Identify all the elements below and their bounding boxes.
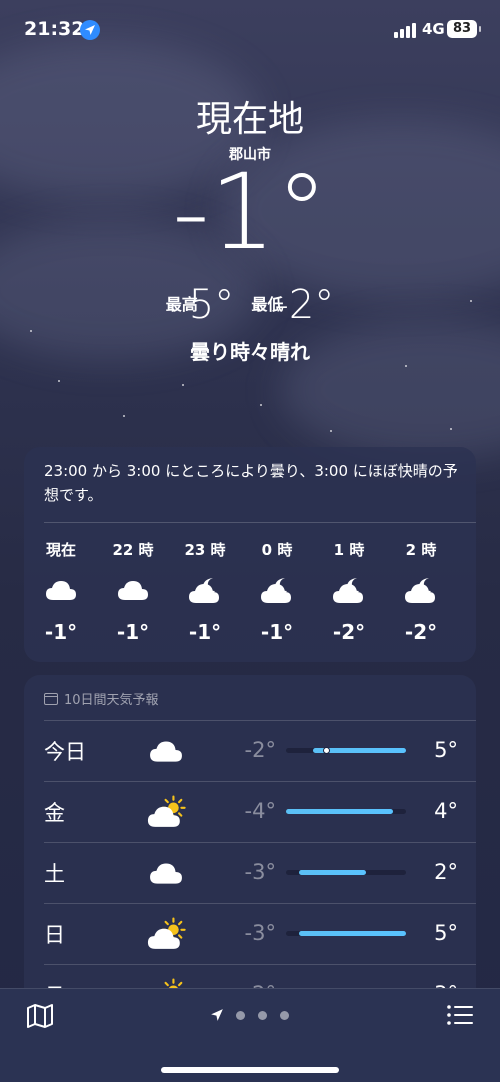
page-dot[interactable] [280, 1011, 289, 1020]
condition-text: 曇り時々晴れ [190, 340, 310, 364]
hour-temperature: -2° [404, 620, 438, 644]
high-label: 最高 [165, 295, 198, 314]
hour-label: 0 時 [261, 541, 293, 559]
cloud-moon-icon [391, 574, 451, 610]
status-time: 21:32 [24, 18, 85, 40]
hourly-item: 1 時 -2° [319, 539, 379, 644]
hourly-item: 3- [463, 539, 476, 641]
day-low: -3° [244, 860, 276, 884]
bottom-toolbar [0, 988, 500, 1082]
cellular-signal-icon [394, 22, 418, 38]
cloud-moon-icon [319, 574, 379, 610]
temperature-range-fill [299, 870, 366, 875]
daily-header-label: 10日間天気予報 [64, 693, 159, 708]
day-name: 金 [44, 801, 65, 825]
cloud-moon-icon [247, 574, 307, 610]
day-high: 5° [434, 921, 458, 945]
hour-label: 1 時 [333, 541, 365, 559]
hour-temperature: -1° [44, 620, 78, 644]
day-row[interactable]: 今日 -2° 5° [24, 720, 476, 781]
day-name: 今日 [44, 740, 86, 764]
hour-label: 23 時 [184, 541, 226, 559]
day-high: 5° [434, 738, 458, 762]
cloud-sun-icon [146, 795, 186, 827]
day-name: 日 [44, 923, 65, 947]
day-low: -2° [244, 738, 276, 762]
hourly-item: 0 時 -1° [247, 539, 307, 644]
hour-temperature: -1° [260, 620, 294, 644]
day-low: -3° [244, 921, 276, 945]
cloud-moon-icon [175, 574, 235, 610]
day-row[interactable]: 日 -3° 5° [24, 903, 476, 964]
hour-label: 現在 [45, 541, 76, 559]
temperature-range-bar [286, 809, 406, 814]
divider [44, 522, 476, 523]
status-bar: 21:32 4G 83 [0, 0, 500, 60]
hourly-item: 22 時 -1° [103, 539, 163, 644]
hourly-forecast-card[interactable]: 23:00 から 3:00 にところにより曇り、3:00 にほぼ快晴の予想です。… [24, 447, 476, 662]
day-row[interactable]: 金 -4° 4° [24, 781, 476, 842]
hourly-item: 23 時 -1° [175, 539, 235, 644]
hourly-item: 2 時 -2° [391, 539, 451, 644]
current-temp-marker [322, 747, 330, 754]
cloud-icon [103, 574, 163, 610]
high-low: 最高 5° 最低 -2° [0, 282, 500, 328]
temperature-range-fill [286, 809, 393, 814]
hour-label: 2 時 [405, 541, 437, 559]
location-services-icon [80, 20, 100, 40]
daily-forecast-card[interactable]: 10日間天気予報 今日-2°5°金-4°4°土-3°2°日-3°5°月-2°3° [24, 675, 476, 1005]
location-title: 現在地 [195, 99, 304, 140]
low-label: 最低 [251, 295, 284, 314]
temperature-range-bar [286, 870, 406, 875]
low-temperature: -2° [274, 282, 335, 328]
hour-temperature: -1° [116, 620, 150, 644]
hour-temperature: -2° [332, 620, 366, 644]
network-type: 4G [422, 20, 445, 38]
hour-temperature: -1° [188, 620, 222, 644]
battery-icon: 83 [447, 20, 481, 38]
temperature-range-bar [286, 747, 406, 754]
day-row[interactable]: 土 -3° 2° [24, 842, 476, 903]
page-dot[interactable] [236, 1011, 245, 1020]
cloud-sun-icon [146, 917, 186, 949]
hour-label: 3 [463, 539, 476, 557]
high-temperature: 5° [188, 282, 235, 328]
cloud-moon-icon [463, 571, 476, 607]
current-location-icon [211, 1009, 223, 1021]
calendar-icon [44, 693, 58, 705]
page-dot[interactable] [258, 1011, 267, 1020]
day-name: 土 [44, 862, 65, 886]
current-temperature: -1° [172, 151, 328, 273]
list-icon[interactable] [446, 1003, 474, 1027]
day-high: 2° [434, 860, 458, 884]
day-low: -4° [244, 799, 276, 823]
temperature-range-bar [286, 931, 406, 936]
forecast-summary: 23:00 から 3:00 にところにより曇り、3:00 にほぼ快晴の予想です。 [44, 462, 458, 504]
temperature-range-fill [312, 747, 406, 754]
hourly-item: 現在 -1° [31, 539, 91, 644]
home-indicator[interactable] [161, 1067, 339, 1073]
day-high: 4° [434, 799, 458, 823]
daily-header: 10日間天気予報 [44, 689, 159, 708]
cloud-icon [146, 856, 186, 888]
hour-temperature: - [463, 617, 476, 641]
hour-label: 22 時 [112, 541, 154, 559]
map-icon[interactable] [26, 1003, 54, 1029]
cloud-icon [146, 734, 186, 766]
temperature-range-fill [299, 931, 406, 936]
cloud-icon [31, 574, 91, 610]
